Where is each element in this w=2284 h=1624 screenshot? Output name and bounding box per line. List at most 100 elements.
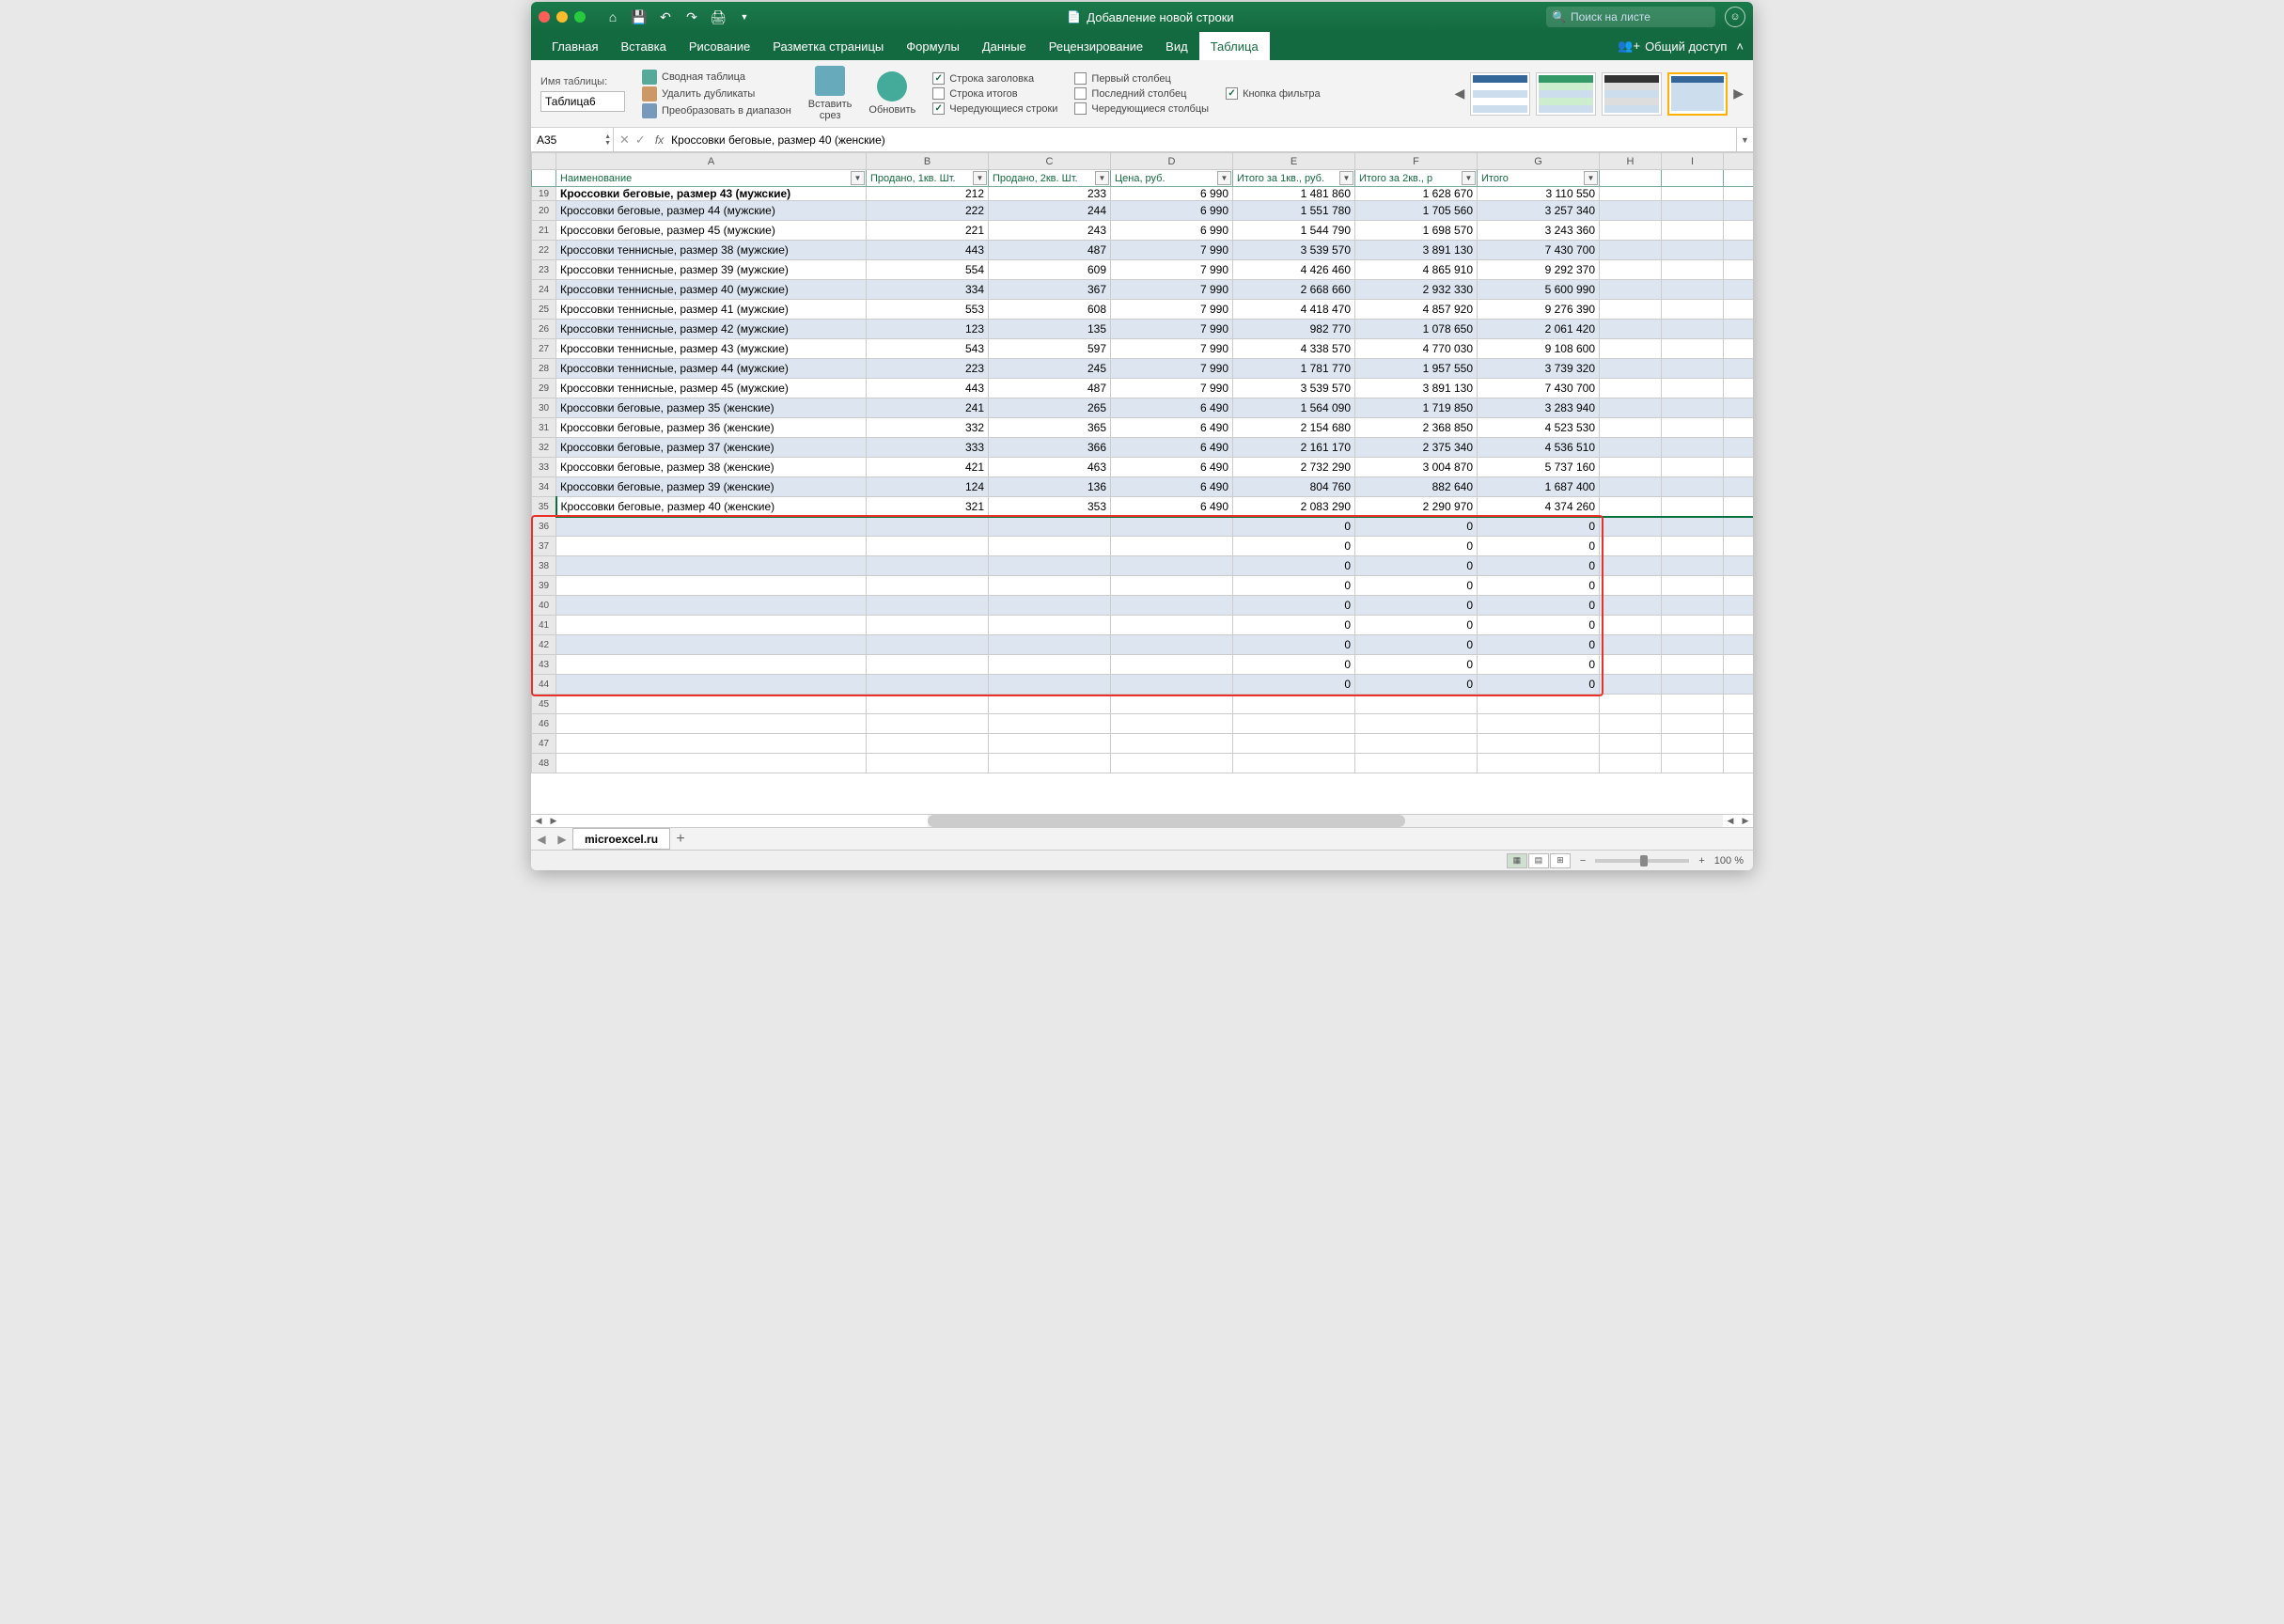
cell[interactable]: 4 426 460	[1233, 260, 1355, 280]
cell[interactable]	[867, 616, 989, 635]
zoom-out-button[interactable]: −	[1580, 855, 1586, 867]
cell[interactable]: 543	[867, 339, 989, 359]
cell[interactable]: 6 490	[1111, 497, 1233, 517]
column-header-H[interactable]: H	[1600, 153, 1662, 170]
cell[interactable]	[1724, 497, 1754, 517]
cell[interactable]: 0	[1233, 556, 1355, 576]
cell[interactable]	[1600, 438, 1662, 458]
sheet-nav-first[interactable]: ◀	[531, 815, 546, 827]
page-layout-view-button[interactable]: ▤	[1528, 853, 1549, 868]
cell[interactable]	[1600, 300, 1662, 320]
cell[interactable]	[1724, 537, 1754, 556]
zoom-in-button[interactable]: +	[1698, 855, 1704, 867]
cell[interactable]	[1600, 379, 1662, 398]
cell[interactable]: 609	[989, 260, 1111, 280]
last-column-checkbox[interactable]: Последний столбец	[1074, 87, 1209, 100]
cell[interactable]: 1 719 850	[1355, 398, 1478, 418]
cell[interactable]	[1600, 695, 1662, 714]
cell[interactable]: Кроссовки беговые, размер 38 (женские)	[556, 458, 867, 477]
cell[interactable]	[556, 596, 867, 616]
close-window-button[interactable]	[539, 11, 550, 23]
cell[interactable]: 5 737 160	[1478, 458, 1600, 477]
cell[interactable]	[1600, 754, 1662, 773]
cell[interactable]: 333	[867, 438, 989, 458]
cell[interactable]	[867, 596, 989, 616]
add-sheet-button[interactable]: +	[670, 831, 691, 848]
cell[interactable]	[1600, 280, 1662, 300]
cell[interactable]	[1724, 187, 1754, 201]
cell[interactable]: 365	[989, 418, 1111, 438]
cell[interactable]: 554	[867, 260, 989, 280]
cell[interactable]	[1662, 241, 1724, 260]
cell[interactable]: 367	[989, 280, 1111, 300]
cell[interactable]	[1600, 734, 1662, 754]
collapse-ribbon-icon[interactable]: ˄	[1736, 39, 1744, 54]
filter-button-5[interactable]: ▼	[1462, 171, 1476, 185]
cell[interactable]	[1662, 734, 1724, 754]
cell[interactable]	[1600, 221, 1662, 241]
cell-blank[interactable]	[1600, 170, 1662, 187]
cell[interactable]	[1600, 497, 1662, 517]
cell[interactable]	[1600, 576, 1662, 596]
filter-button-2[interactable]: ▼	[1095, 171, 1109, 185]
cell[interactable]: 3 283 940	[1478, 398, 1600, 418]
cell[interactable]	[1662, 537, 1724, 556]
cell[interactable]	[1111, 576, 1233, 596]
zoom-level[interactable]: 100 %	[1714, 855, 1744, 867]
cell[interactable]: 0	[1355, 576, 1478, 596]
cell[interactable]	[1355, 714, 1478, 734]
cell[interactable]: 6 990	[1111, 201, 1233, 221]
ribbon-tab-3[interactable]: Разметка страницы	[761, 32, 895, 60]
row-header[interactable]: 22	[532, 241, 556, 260]
cell[interactable]: Кроссовки теннисные, размер 38 (мужские)	[556, 241, 867, 260]
total-row-checkbox[interactable]: Строка итогов	[932, 87, 1057, 100]
column-header-F[interactable]: F	[1355, 153, 1478, 170]
cell[interactable]	[556, 635, 867, 655]
cell[interactable]	[1662, 655, 1724, 675]
cell[interactable]: 2 932 330	[1355, 280, 1478, 300]
cell[interactable]: 553	[867, 300, 989, 320]
gallery-next-icon[interactable]: ▶	[1733, 86, 1744, 102]
cell[interactable]: 7 990	[1111, 339, 1233, 359]
cell[interactable]: 0	[1233, 616, 1355, 635]
cell[interactable]: 2 375 340	[1355, 438, 1478, 458]
cell[interactable]: 1 628 670	[1355, 187, 1478, 201]
cell[interactable]	[556, 616, 867, 635]
cell[interactable]: 5 600 990	[1478, 280, 1600, 300]
name-box[interactable]: A35 ▲▼	[531, 128, 614, 151]
table-header-0[interactable]: Наименование▼	[556, 170, 867, 187]
cell[interactable]	[989, 616, 1111, 635]
row-header[interactable]: 35	[532, 497, 556, 517]
cell[interactable]: 1 078 650	[1355, 320, 1478, 339]
cell[interactable]: 0	[1478, 635, 1600, 655]
qat-dropdown-icon[interactable]: ▼	[734, 7, 755, 27]
cell[interactable]	[1233, 695, 1355, 714]
cell[interactable]: 6 490	[1111, 418, 1233, 438]
filter-button-6[interactable]: ▼	[1584, 171, 1598, 185]
cell[interactable]	[1662, 754, 1724, 773]
cell[interactable]: 136	[989, 477, 1111, 497]
row-header[interactable]: 31	[532, 418, 556, 438]
table-header-1[interactable]: Продано, 1кв. Шт.▼	[867, 170, 989, 187]
cell[interactable]	[1600, 635, 1662, 655]
cell[interactable]	[989, 655, 1111, 675]
table-header-2[interactable]: Продано, 2кв. Шт.▼	[989, 170, 1111, 187]
filter-button-3[interactable]: ▼	[1217, 171, 1231, 185]
cell[interactable]: 3 891 130	[1355, 241, 1478, 260]
cell[interactable]: Кроссовки беговые, размер 39 (женские)	[556, 477, 867, 497]
undo-icon[interactable]: ↶	[655, 7, 676, 27]
cell[interactable]	[1724, 754, 1754, 773]
cell[interactable]	[1111, 596, 1233, 616]
cell[interactable]: 2 368 850	[1355, 418, 1478, 438]
row-header[interactable]: 47	[532, 734, 556, 754]
cell[interactable]: 4 857 920	[1355, 300, 1478, 320]
column-header-B[interactable]: B	[867, 153, 989, 170]
cell[interactable]	[1662, 556, 1724, 576]
cell[interactable]	[1724, 655, 1754, 675]
cell[interactable]: Кроссовки беговые, размер 37 (женские)	[556, 438, 867, 458]
cell[interactable]	[1662, 458, 1724, 477]
row-header[interactable]: 40	[532, 596, 556, 616]
cell[interactable]: 321	[867, 497, 989, 517]
cell[interactable]: 3 004 870	[1355, 458, 1478, 477]
row-header[interactable]: 41	[532, 616, 556, 635]
